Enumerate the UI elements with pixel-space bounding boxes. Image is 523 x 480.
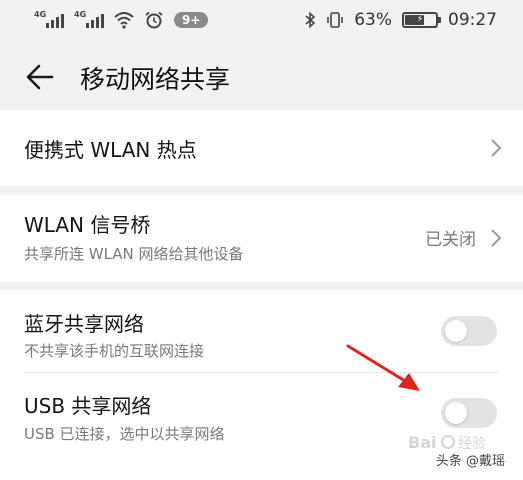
row-subtitle: USB 已连接，选中以共享网络 <box>24 425 225 443</box>
row-title: 便携式 WLAN 热点 <box>24 138 197 162</box>
battery-icon: ⚡ <box>402 12 441 28</box>
row-status-text: 已关闭 <box>425 230 476 250</box>
status-left: 4G 4G 9+ <box>34 10 209 29</box>
row-wlan-signal-bridge[interactable]: WLAN 信号桥 共享所连 WLAN 网络给其他设备 已关闭 <box>0 195 523 282</box>
bluetooth-icon <box>305 11 316 29</box>
row-bluetooth-tethering[interactable]: 蓝牙共享网络 不共享该手机的互联网连接 <box>0 290 523 372</box>
row-subtitle: 共享所连 WLAN 网络给其他设备 <box>24 245 244 263</box>
bluetooth-tethering-toggle[interactable] <box>441 316 497 346</box>
signal-icon: 4G <box>74 10 104 28</box>
status-bar: 4G 4G 9+ 63% ⚡ 09:27 <box>0 0 523 40</box>
row-title: WLAN 信号桥 <box>24 213 151 237</box>
signal-icon: 4G <box>34 10 64 28</box>
app-header: 移动网络共享 <box>0 52 523 102</box>
battery-percent: 63% <box>354 10 392 30</box>
usb-tethering-toggle[interactable] <box>441 398 497 428</box>
wifi-icon <box>114 12 134 29</box>
page-title: 移动网络共享 <box>80 65 231 94</box>
settings-card-wlan-bridge: WLAN 信号桥 共享所连 WLAN 网络给其他设备 已关闭 <box>0 195 523 282</box>
row-title: USB 共享网络 <box>24 394 152 418</box>
sim1-network-tag: 4G <box>34 10 47 19</box>
charging-bolt-icon: ⚡ <box>416 14 424 25</box>
row-title: 蓝牙共享网络 <box>24 312 144 336</box>
watermark-credit: 头条 @戴瑶 <box>431 449 509 470</box>
settings-card-hotspot: 便携式 WLAN 热点 <box>0 110 523 186</box>
vibrate-icon <box>327 12 344 28</box>
sim2-network-tag: 4G <box>74 10 87 19</box>
row-subtitle: 不共享该手机的互联网连接 <box>24 342 205 360</box>
chevron-right-icon <box>491 229 502 247</box>
row-portable-wlan-hotspot[interactable]: 便携式 WLAN 热点 <box>0 110 523 186</box>
arrow-left-icon[interactable] <box>24 62 56 92</box>
status-right: 63% ⚡ 09:27 <box>304 10 497 30</box>
toggle-knob <box>445 320 467 342</box>
toggle-knob <box>445 402 467 424</box>
chevron-right-icon <box>491 139 502 157</box>
clock-time: 09:27 <box>448 10 497 30</box>
notification-count-badge: 9+ <box>174 12 209 28</box>
alarm-icon <box>145 11 163 29</box>
